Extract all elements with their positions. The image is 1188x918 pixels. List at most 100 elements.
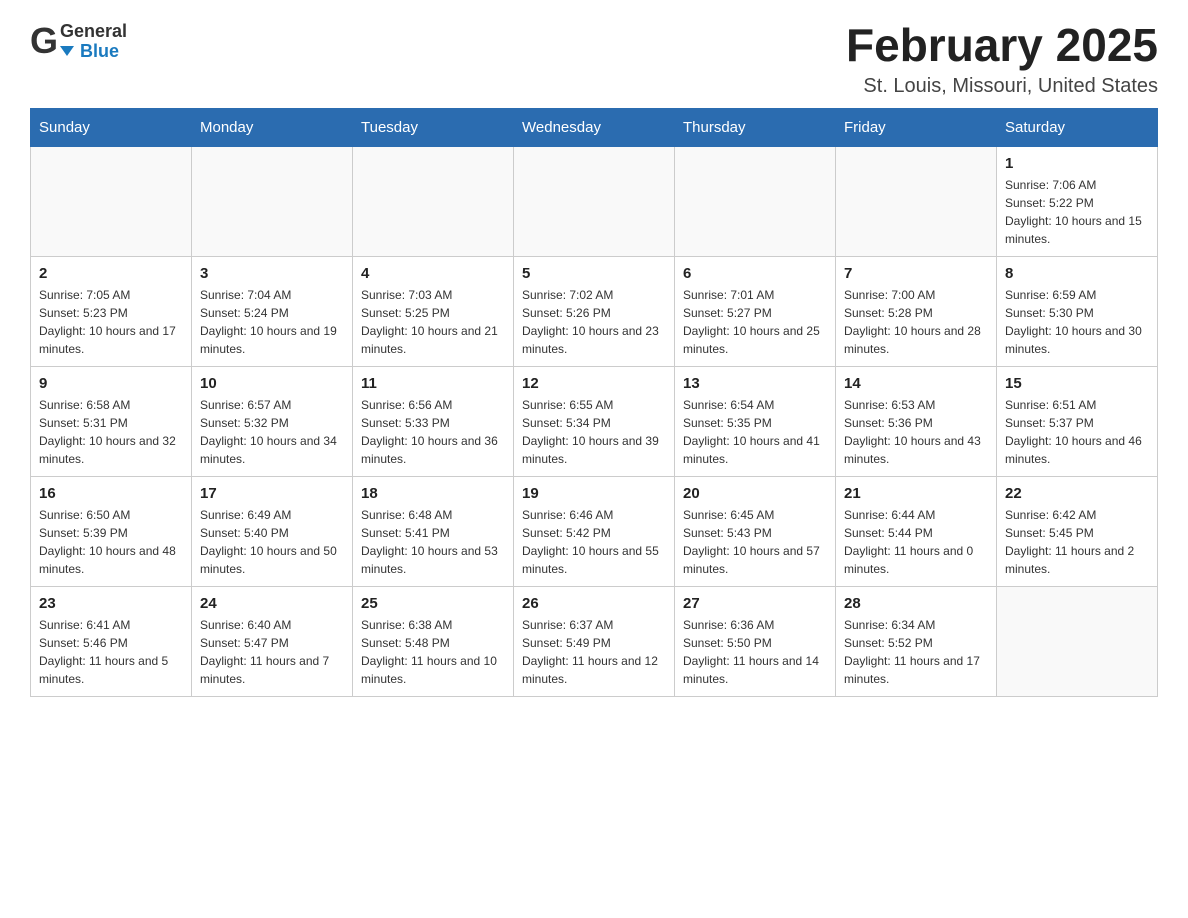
day-info: Sunrise: 6:53 AMSunset: 5:36 PMDaylight:… xyxy=(844,396,988,468)
calendar-cell: 3 Sunrise: 7:04 AMSunset: 5:24 PMDaylight… xyxy=(192,256,353,366)
calendar-cell: 20 Sunrise: 6:45 AMSunset: 5:43 PMDayligh… xyxy=(675,476,836,586)
day-info: Sunrise: 6:37 AMSunset: 5:49 PMDaylight:… xyxy=(522,616,666,688)
day-info: Sunrise: 7:04 AMSunset: 5:24 PMDaylight:… xyxy=(200,286,344,358)
calendar-cell xyxy=(514,146,675,256)
day-number: 3 xyxy=(200,265,344,282)
day-info: Sunrise: 6:56 AMSunset: 5:33 PMDaylight:… xyxy=(361,396,505,468)
calendar-cell: 28 Sunrise: 6:34 AMSunset: 5:52 PMDayligh… xyxy=(836,586,997,696)
day-info: Sunrise: 7:02 AMSunset: 5:26 PMDaylight:… xyxy=(522,286,666,358)
day-number: 4 xyxy=(361,265,505,282)
calendar-cell: 26 Sunrise: 6:37 AMSunset: 5:49 PMDayligh… xyxy=(514,586,675,696)
day-number: 1 xyxy=(1005,155,1149,172)
calendar-cell: 7 Sunrise: 7:00 AMSunset: 5:28 PMDaylight… xyxy=(836,256,997,366)
calendar-cell xyxy=(192,146,353,256)
day-info: Sunrise: 6:48 AMSunset: 5:41 PMDaylight:… xyxy=(361,506,505,578)
title-section: February 2025 St. Louis, Missouri, Unite… xyxy=(846,20,1158,98)
calendar-cell xyxy=(675,146,836,256)
day-info: Sunrise: 6:40 AMSunset: 5:47 PMDaylight:… xyxy=(200,616,344,688)
day-number: 23 xyxy=(39,595,183,612)
calendar-cell: 21 Sunrise: 6:44 AMSunset: 5:44 PMDayligh… xyxy=(836,476,997,586)
day-info: Sunrise: 6:59 AMSunset: 5:30 PMDaylight:… xyxy=(1005,286,1149,358)
day-info: Sunrise: 6:57 AMSunset: 5:32 PMDaylight:… xyxy=(200,396,344,468)
day-number: 2 xyxy=(39,265,183,282)
day-info: Sunrise: 7:00 AMSunset: 5:28 PMDaylight:… xyxy=(844,286,988,358)
weekday-header-saturday: Saturday xyxy=(997,108,1158,146)
calendar-cell: 4 Sunrise: 7:03 AMSunset: 5:25 PMDaylight… xyxy=(353,256,514,366)
weekday-header-sunday: Sunday xyxy=(31,108,192,146)
calendar-cell: 2 Sunrise: 7:05 AMSunset: 5:23 PMDaylight… xyxy=(31,256,192,366)
calendar-cell: 22Sunrise: 6:42 AMSunset: 5:45 PMDayligh… xyxy=(997,476,1158,586)
calendar-cell: 8 Sunrise: 6:59 AMSunset: 5:30 PMDaylight… xyxy=(997,256,1158,366)
day-number: 26 xyxy=(522,595,666,612)
day-info: Sunrise: 6:44 AMSunset: 5:44 PMDaylight:… xyxy=(844,506,988,578)
calendar-cell: 17 Sunrise: 6:49 AMSunset: 5:40 PMDayligh… xyxy=(192,476,353,586)
calendar-cell: 27 Sunrise: 6:36 AMSunset: 5:50 PMDayligh… xyxy=(675,586,836,696)
month-title: February 2025 xyxy=(846,20,1158,71)
day-number: 11 xyxy=(361,375,505,392)
calendar-cell: 11 Sunrise: 6:56 AMSunset: 5:33 PMDayligh… xyxy=(353,366,514,476)
calendar-cell: 10 Sunrise: 6:57 AMSunset: 5:32 PMDayligh… xyxy=(192,366,353,476)
day-number: 16 xyxy=(39,485,183,502)
day-number: 13 xyxy=(683,375,827,392)
calendar-cell: 1 Sunrise: 7:06 AMSunset: 5:22 PMDaylight… xyxy=(997,146,1158,256)
day-number: 24 xyxy=(200,595,344,612)
day-info: Sunrise: 6:58 AMSunset: 5:31 PMDaylight:… xyxy=(39,396,183,468)
logo-blue-text: Blue xyxy=(80,42,119,60)
calendar-header-row: SundayMondayTuesdayWednesdayThursdayFrid… xyxy=(31,108,1158,146)
day-number: 7 xyxy=(844,265,988,282)
calendar-week-row: 1 Sunrise: 7:06 AMSunset: 5:22 PMDaylight… xyxy=(31,146,1158,256)
page-header: G General Blue February 2025 St. Louis, … xyxy=(30,20,1158,98)
day-number: 14 xyxy=(844,375,988,392)
day-number: 21 xyxy=(844,485,988,502)
day-info: Sunrise: 6:54 AMSunset: 5:35 PMDaylight:… xyxy=(683,396,827,468)
calendar-cell xyxy=(31,146,192,256)
day-number: 17 xyxy=(200,485,344,502)
calendar-cell: 6 Sunrise: 7:01 AMSunset: 5:27 PMDaylight… xyxy=(675,256,836,366)
day-info: Sunrise: 7:06 AMSunset: 5:22 PMDaylight:… xyxy=(1005,176,1149,248)
day-number: 18 xyxy=(361,485,505,502)
day-info: Sunrise: 6:46 AMSunset: 5:42 PMDaylight:… xyxy=(522,506,666,578)
day-number: 28 xyxy=(844,595,988,612)
calendar-table: SundayMondayTuesdayWednesdayThursdayFrid… xyxy=(30,108,1158,697)
logo-general-text: General xyxy=(60,22,127,42)
day-number: 19 xyxy=(522,485,666,502)
weekday-header-friday: Friday xyxy=(836,108,997,146)
day-info: Sunrise: 6:51 AMSunset: 5:37 PMDaylight:… xyxy=(1005,396,1149,468)
day-info: Sunrise: 6:49 AMSunset: 5:40 PMDaylight:… xyxy=(200,506,344,578)
calendar-cell xyxy=(836,146,997,256)
day-number: 12 xyxy=(522,375,666,392)
day-info: Sunrise: 6:34 AMSunset: 5:52 PMDaylight:… xyxy=(844,616,988,688)
day-info: Sunrise: 6:50 AMSunset: 5:39 PMDaylight:… xyxy=(39,506,183,578)
calendar-week-row: 16 Sunrise: 6:50 AMSunset: 5:39 PMDayligh… xyxy=(31,476,1158,586)
weekday-header-monday: Monday xyxy=(192,108,353,146)
calendar-week-row: 9 Sunrise: 6:58 AMSunset: 5:31 PMDaylight… xyxy=(31,366,1158,476)
day-info: Sunrise: 7:01 AMSunset: 5:27 PMDaylight:… xyxy=(683,286,827,358)
calendar-cell xyxy=(353,146,514,256)
day-number: 10 xyxy=(200,375,344,392)
calendar-cell: 24 Sunrise: 6:40 AMSunset: 5:47 PMDayligh… xyxy=(192,586,353,696)
calendar-cell: 13 Sunrise: 6:54 AMSunset: 5:35 PMDayligh… xyxy=(675,366,836,476)
weekday-header-thursday: Thursday xyxy=(675,108,836,146)
day-info: Sunrise: 7:05 AMSunset: 5:23 PMDaylight:… xyxy=(39,286,183,358)
day-number: 9 xyxy=(39,375,183,392)
day-number: 15 xyxy=(1005,375,1149,392)
day-number: 8 xyxy=(1005,265,1149,282)
day-info: Sunrise: 6:38 AMSunset: 5:48 PMDaylight:… xyxy=(361,616,505,688)
day-info: Sunrise: 6:36 AMSunset: 5:50 PMDaylight:… xyxy=(683,616,827,688)
calendar-week-row: 2 Sunrise: 7:05 AMSunset: 5:23 PMDaylight… xyxy=(31,256,1158,366)
calendar-cell xyxy=(997,586,1158,696)
logo-arrow-icon xyxy=(60,46,74,56)
day-number: 20 xyxy=(683,485,827,502)
logo: G General Blue xyxy=(30,20,127,62)
day-info: Sunrise: 7:03 AMSunset: 5:25 PMDaylight:… xyxy=(361,286,505,358)
day-info: Sunrise: 6:45 AMSunset: 5:43 PMDaylight:… xyxy=(683,506,827,578)
day-number: 27 xyxy=(683,595,827,612)
day-info: Sunrise: 6:55 AMSunset: 5:34 PMDaylight:… xyxy=(522,396,666,468)
day-number: 22 xyxy=(1005,485,1149,502)
calendar-cell: 18 Sunrise: 6:48 AMSunset: 5:41 PMDayligh… xyxy=(353,476,514,586)
calendar-cell: 9 Sunrise: 6:58 AMSunset: 5:31 PMDaylight… xyxy=(31,366,192,476)
day-number: 5 xyxy=(522,265,666,282)
location-title: St. Louis, Missouri, United States xyxy=(846,75,1158,98)
day-number: 6 xyxy=(683,265,827,282)
calendar-cell: 16 Sunrise: 6:50 AMSunset: 5:39 PMDayligh… xyxy=(31,476,192,586)
